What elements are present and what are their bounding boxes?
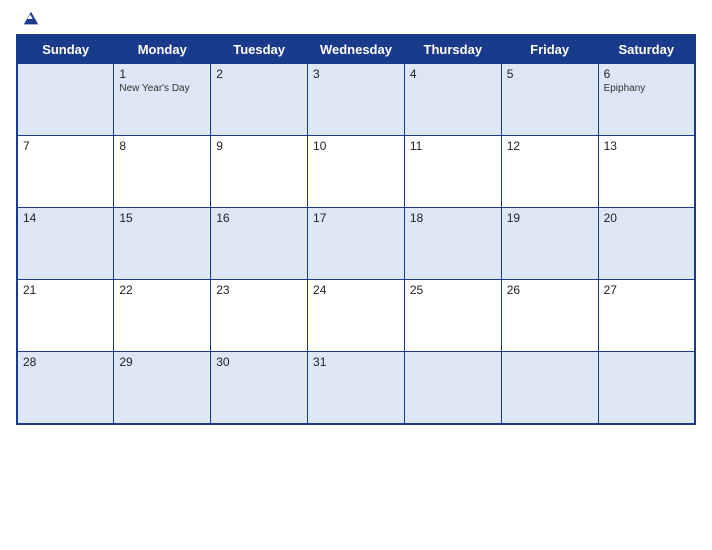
- day-number: 11: [410, 139, 496, 153]
- calendar-cell: 30: [211, 352, 308, 424]
- day-number: 7: [23, 139, 108, 153]
- calendar-cell: [17, 64, 114, 136]
- calendar-cell: 25: [404, 280, 501, 352]
- weekday-header-tuesday: Tuesday: [211, 35, 308, 64]
- calendar-cell: 7: [17, 136, 114, 208]
- day-number: 14: [23, 211, 108, 225]
- calendar-cell: 18: [404, 208, 501, 280]
- day-number: 2: [216, 67, 302, 81]
- weekday-header-row: SundayMondayTuesdayWednesdayThursdayFrid…: [17, 35, 695, 64]
- calendar-cell: 15: [114, 208, 211, 280]
- calendar-cell: [501, 352, 598, 424]
- calendar-cell: 23: [211, 280, 308, 352]
- day-number: 25: [410, 283, 496, 297]
- calendar-cell: 10: [308, 136, 405, 208]
- calendar-cell: 26: [501, 280, 598, 352]
- calendar-cell: 19: [501, 208, 598, 280]
- weekday-header-friday: Friday: [501, 35, 598, 64]
- calendar-cell: 20: [598, 208, 695, 280]
- day-number: 10: [313, 139, 399, 153]
- day-number: 9: [216, 139, 302, 153]
- calendar-cell: 14: [17, 208, 114, 280]
- logo-text: [16, 10, 40, 28]
- day-number: 5: [507, 67, 593, 81]
- day-number: 15: [119, 211, 205, 225]
- day-number: 8: [119, 139, 205, 153]
- calendar-cell: 2: [211, 64, 308, 136]
- holiday-name: New Year's Day: [119, 83, 205, 94]
- day-number: 12: [507, 139, 593, 153]
- day-number: 4: [410, 67, 496, 81]
- day-number: 24: [313, 283, 399, 297]
- day-number: 3: [313, 67, 399, 81]
- calendar-cell: 22: [114, 280, 211, 352]
- day-number: 20: [604, 211, 689, 225]
- weekday-header-monday: Monday: [114, 35, 211, 64]
- calendar-wrapper: SundayMondayTuesdayWednesdayThursdayFrid…: [0, 0, 712, 550]
- weekday-header-thursday: Thursday: [404, 35, 501, 64]
- calendar-week-row: 14 15 16 17 18 19 20: [17, 208, 695, 280]
- calendar-cell: 21: [17, 280, 114, 352]
- calendar-cell: 27: [598, 280, 695, 352]
- calendar-cell: 28: [17, 352, 114, 424]
- calendar-cell: 6 Epiphany: [598, 64, 695, 136]
- calendar-cell: 31: [308, 352, 405, 424]
- logo-area: [16, 10, 40, 28]
- day-number: 30: [216, 355, 302, 369]
- weekday-header-wednesday: Wednesday: [308, 35, 405, 64]
- day-number: 22: [119, 283, 205, 297]
- calendar-cell: 29: [114, 352, 211, 424]
- day-number: 21: [23, 283, 108, 297]
- day-number: 26: [507, 283, 593, 297]
- day-number: 31: [313, 355, 399, 369]
- calendar-cell: [598, 352, 695, 424]
- day-number: 1: [119, 67, 205, 81]
- day-number: 6: [604, 67, 689, 81]
- day-number: 19: [507, 211, 593, 225]
- day-number: 27: [604, 283, 689, 297]
- calendar-week-row: 1 New Year's Day 23456 Epiphany: [17, 64, 695, 136]
- day-number: 29: [119, 355, 205, 369]
- day-number: 16: [216, 211, 302, 225]
- calendar-header: [16, 10, 696, 28]
- calendar-cell: 3: [308, 64, 405, 136]
- calendar-week-row: 789 10 11 12 13: [17, 136, 695, 208]
- calendar-cell: 4: [404, 64, 501, 136]
- holiday-name: Epiphany: [604, 83, 689, 94]
- calendar-cell: 9: [211, 136, 308, 208]
- calendar-week-row: 28 29 30 31: [17, 352, 695, 424]
- calendar-cell: 13: [598, 136, 695, 208]
- calendar-week-row: 21 22 23 24 25 26 27: [17, 280, 695, 352]
- calendar-cell: 12: [501, 136, 598, 208]
- calendar-cell: 8: [114, 136, 211, 208]
- calendar-cell: [404, 352, 501, 424]
- day-number: 13: [604, 139, 689, 153]
- calendar-cell: 5: [501, 64, 598, 136]
- day-number: 28: [23, 355, 108, 369]
- weekday-header-saturday: Saturday: [598, 35, 695, 64]
- day-number: 17: [313, 211, 399, 225]
- weekday-header-sunday: Sunday: [17, 35, 114, 64]
- calendar-cell: 11: [404, 136, 501, 208]
- calendar-cell: 16: [211, 208, 308, 280]
- calendar-cell: 17: [308, 208, 405, 280]
- calendar-cell: 1 New Year's Day: [114, 64, 211, 136]
- day-number: 23: [216, 283, 302, 297]
- day-number: 18: [410, 211, 496, 225]
- calendar-cell: 24: [308, 280, 405, 352]
- logo-icon: [22, 10, 40, 28]
- calendar-table: SundayMondayTuesdayWednesdayThursdayFrid…: [16, 34, 696, 425]
